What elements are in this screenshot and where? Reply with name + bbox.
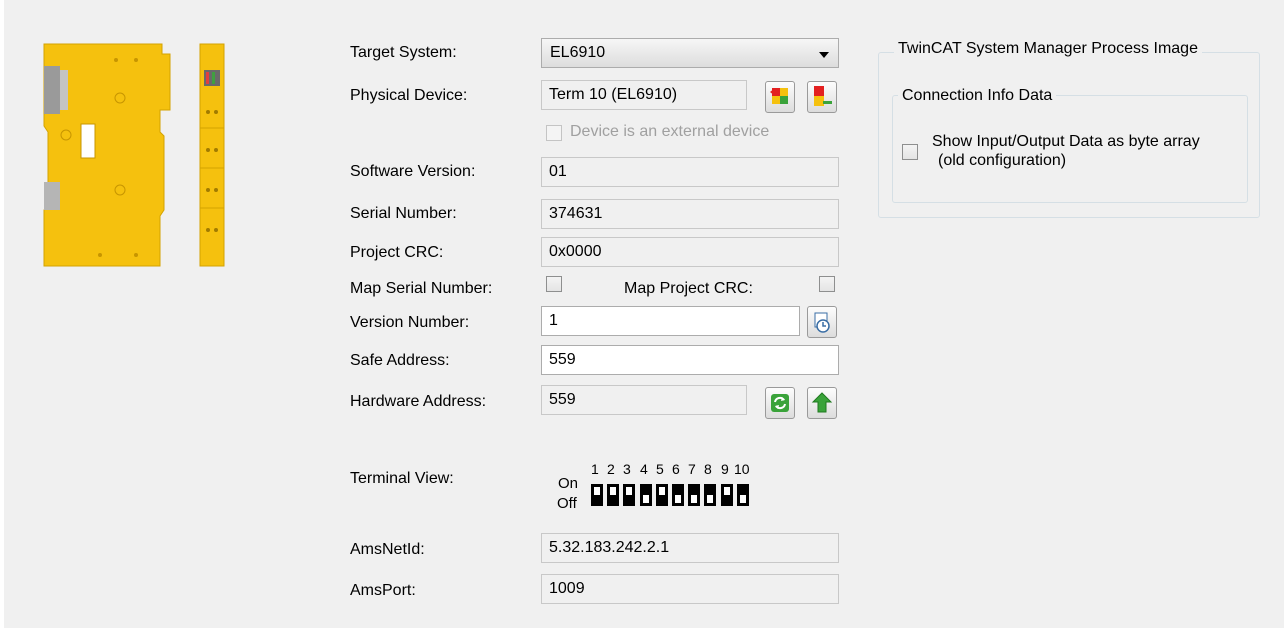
project-crc-value: 0x0000 — [549, 243, 602, 260]
target-system-label: Target System: — [350, 44, 457, 61]
dip-switch-knob — [594, 487, 600, 495]
dip-switch-5 — [656, 484, 668, 506]
version-number-input[interactable]: 1 — [541, 306, 800, 336]
hardware-address-label: Hardware Address: — [350, 393, 487, 410]
configuration-panel: Target System: EL6910 Physical Device: T… — [4, 0, 1284, 628]
dip-switch-knob — [707, 495, 713, 503]
amsnetid-label: AmsNetId: — [350, 541, 425, 558]
serial-number-field: 374631 — [541, 199, 839, 229]
terminal-image — [43, 43, 225, 267]
project-crc-field: 0x0000 — [541, 237, 839, 267]
amsport-value: 1009 — [549, 580, 585, 597]
dip-switch-2 — [607, 484, 619, 506]
dip-off-label: Off — [557, 495, 577, 512]
process-image-title: TwinCAT System Manager Process Image — [894, 40, 1202, 58]
physical-device-field: Term 10 (EL6910) — [541, 80, 747, 110]
map-serial-number-checkbox[interactable] — [546, 276, 562, 292]
amsnetid-field: 5.32.183.242.2.1 — [541, 533, 839, 563]
dip-switch-knob — [724, 487, 730, 495]
dip-switch-number: 3 — [623, 461, 631, 477]
byte-array-checkbox[interactable] — [902, 144, 918, 160]
version-history-button[interactable] — [807, 306, 837, 338]
software-version-value: 01 — [549, 163, 567, 180]
dip-switch-4 — [640, 484, 652, 506]
hardware-address-field: 559 — [541, 385, 747, 415]
terminal-front-view — [199, 43, 225, 267]
dip-switch-knob — [643, 495, 649, 503]
connection-info-title: Connection Info Data — [898, 87, 1057, 105]
external-device-checkbox[interactable] — [546, 125, 562, 141]
project-crc-label: Project CRC: — [350, 244, 444, 261]
remove-device-button[interactable] — [807, 81, 837, 113]
dip-switch-number: 9 — [721, 461, 729, 477]
apply-hardware-address-button[interactable] — [807, 387, 837, 419]
terminal-view-label: Terminal View: — [350, 470, 454, 487]
map-project-crc-checkbox[interactable] — [819, 276, 835, 292]
safe-address-value: 559 — [549, 351, 576, 368]
dip-switch-knob — [675, 495, 681, 503]
history-icon — [814, 312, 830, 333]
amsnetid-value: 5.32.183.242.2.1 — [549, 539, 670, 556]
refresh-icon — [771, 394, 789, 412]
select-device-button[interactable] — [765, 81, 795, 113]
dip-switch-knob — [659, 487, 665, 495]
target-system-dropdown[interactable]: EL6910 — [541, 38, 839, 68]
dip-switch-7 — [688, 484, 700, 506]
map-project-crc-label: Map Project CRC: — [624, 280, 753, 297]
software-version-field: 01 — [541, 157, 839, 187]
serial-number-value: 374631 — [549, 205, 603, 222]
refresh-hardware-address-button[interactable] — [765, 387, 795, 419]
dip-switch-knob — [610, 487, 616, 495]
dip-switch-6 — [672, 484, 684, 506]
add-device-icon — [770, 88, 788, 104]
dip-switch-number: 1 — [591, 461, 599, 477]
dip-switch-number: 7 — [688, 461, 696, 477]
safe-address-input[interactable]: 559 — [541, 345, 839, 375]
dip-switch-knob — [626, 487, 632, 495]
dip-switch-8 — [704, 484, 716, 506]
hardware-address-value: 559 — [549, 391, 576, 408]
dip-switch-knob — [691, 495, 697, 503]
safe-address-label: Safe Address: — [350, 352, 450, 369]
physical-device-value: Term 10 (EL6910) — [549, 86, 678, 103]
dip-switch-number: 2 — [607, 461, 615, 477]
dip-switch-number: 6 — [672, 461, 680, 477]
dip-switch-knob — [740, 495, 746, 503]
dip-switch-10 — [737, 484, 749, 506]
dip-switch-3 — [623, 484, 635, 506]
map-serial-number-label: Map Serial Number: — [350, 280, 493, 297]
chevron-down-icon — [819, 52, 829, 58]
dip-switch-number: 10 — [734, 461, 750, 477]
software-version-label: Software Version: — [350, 163, 476, 180]
dip-switch-9 — [721, 484, 733, 506]
serial-number-label: Serial Number: — [350, 205, 457, 222]
byte-array-label: Show Input/Output Data as byte array — [932, 133, 1200, 150]
amsport-field: 1009 — [541, 574, 839, 604]
version-number-value: 1 — [549, 312, 558, 329]
terminal-side-view — [43, 43, 171, 267]
version-number-label: Version Number: — [350, 314, 470, 331]
dip-switch-number: 4 — [640, 461, 648, 477]
arrow-up-icon — [811, 392, 833, 413]
dip-switch-1 — [591, 484, 603, 506]
amsport-label: AmsPort: — [350, 582, 416, 599]
dip-on-label: On — [558, 475, 579, 492]
remove-device-icon — [814, 86, 832, 106]
byte-array-sublabel: (old configuration) — [938, 152, 1067, 169]
target-system-value: EL6910 — [550, 44, 606, 61]
dip-switch-number: 8 — [704, 461, 712, 477]
physical-device-label: Physical Device: — [350, 87, 468, 104]
external-device-label: Device is an external device — [570, 123, 770, 140]
dip-switch-number: 5 — [656, 461, 664, 477]
